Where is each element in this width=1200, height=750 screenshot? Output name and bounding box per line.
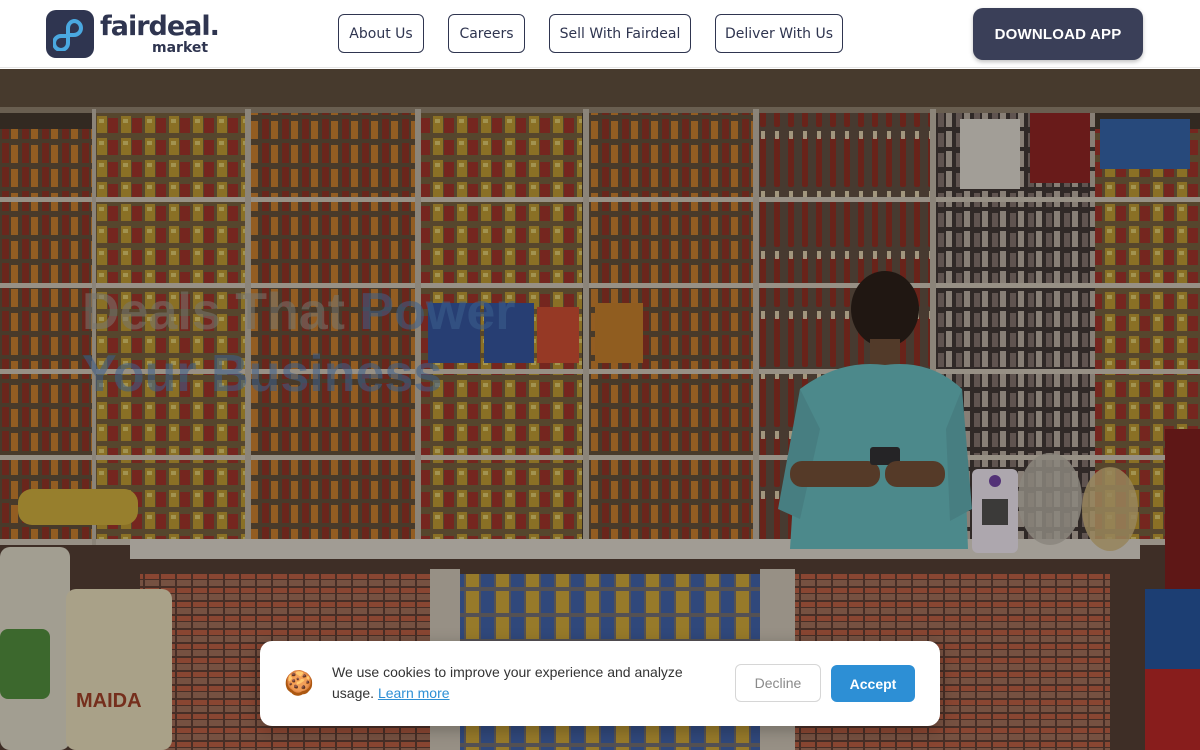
cookie-message: We use cookies to improve your experienc…	[332, 662, 712, 704]
fairdeal-logo-icon	[46, 10, 94, 58]
download-app-button[interactable]: DOWNLOAD APP	[973, 8, 1143, 60]
nav-deliver-with-us-button[interactable]: Deliver With Us	[715, 14, 843, 53]
logo-wordmark: fairdeal.	[100, 11, 220, 42]
learn-more-link[interactable]: Learn more	[378, 685, 450, 701]
hero-headline: Deals That Power Your Business	[82, 281, 515, 405]
nav-sell-with-fairdeal-button[interactable]: Sell With Fairdeal	[549, 14, 691, 53]
nav-careers-button[interactable]: Careers	[448, 14, 525, 53]
decline-button[interactable]: Decline	[735, 664, 821, 702]
fairdeal-logo[interactable]: fairdeal. market	[46, 10, 220, 58]
hero-headline-line2: Your Business	[82, 345, 443, 403]
cookie-banner: 🍪 We use cookies to improve your experie…	[260, 641, 940, 726]
cookie-icon: 🍪	[284, 670, 314, 697]
hero-headline-part1: Deals That	[82, 283, 360, 341]
hero-headline-accent: Power	[359, 283, 516, 341]
logo-subtitle: market	[152, 40, 209, 56]
site-header: fairdeal. market About Us Careers Sell W…	[0, 0, 1200, 68]
accept-button[interactable]: Accept	[831, 665, 915, 702]
nav-about-us-button[interactable]: About Us	[338, 14, 424, 53]
